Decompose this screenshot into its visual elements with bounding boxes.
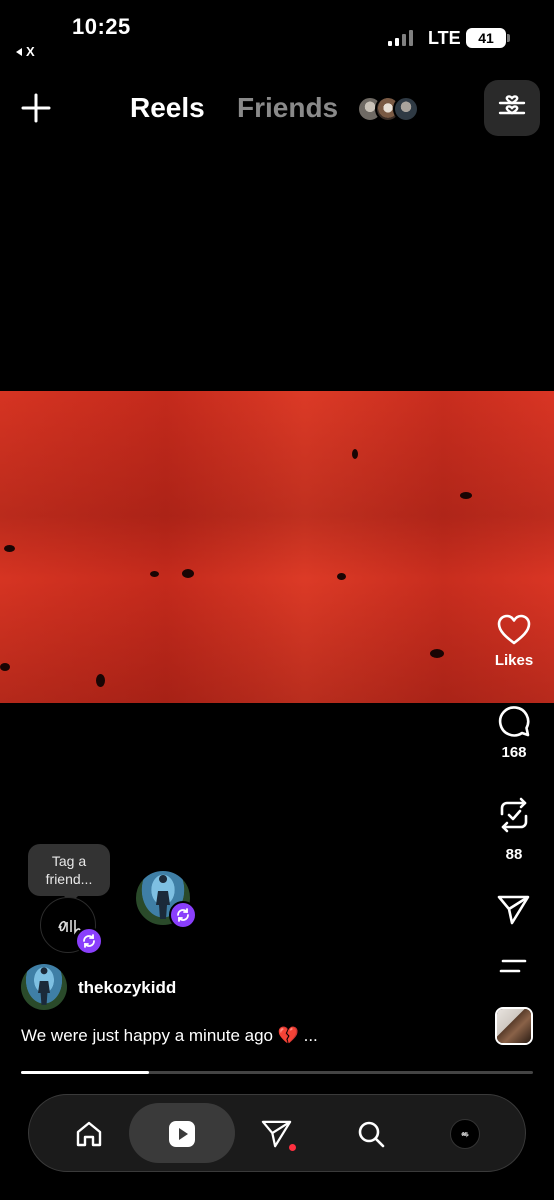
home-icon	[76, 1121, 102, 1147]
plus-icon	[21, 93, 51, 123]
back-to-app-link[interactable]: X	[16, 44, 35, 59]
video-speck	[4, 545, 15, 552]
more-button[interactable]	[488, 956, 540, 976]
create-button[interactable]	[20, 92, 52, 124]
friends-avatars[interactable]	[357, 96, 419, 122]
sliders-heart-icon	[498, 95, 526, 115]
comment-count: 168	[501, 744, 527, 761]
tab-reels[interactable]: Reels	[130, 92, 205, 124]
reels-icon	[169, 1121, 195, 1147]
avatar	[393, 96, 419, 122]
repost-icon	[500, 797, 528, 833]
sync-icon	[177, 908, 189, 922]
author-username[interactable]: thekozykidd	[78, 978, 176, 998]
repost-badge	[75, 927, 103, 955]
nav-direct[interactable]	[247, 1095, 307, 1173]
video-speck	[352, 449, 358, 459]
share-button[interactable]	[488, 894, 540, 926]
video-speck	[460, 492, 472, 499]
filter-button[interactable]	[484, 80, 540, 136]
bottom-nav	[28, 1094, 526, 1172]
video-progress-fill	[21, 1071, 149, 1074]
video-speck	[430, 649, 444, 658]
notification-dot	[289, 1144, 296, 1151]
repost-badge	[169, 901, 197, 929]
reel-video[interactable]	[0, 391, 554, 703]
profile-avatar-icon	[450, 1119, 480, 1149]
send-icon	[261, 1120, 292, 1148]
video-speck	[337, 573, 346, 580]
comment-icon	[498, 706, 530, 737]
battery-indicator: 41	[466, 28, 510, 48]
back-triangle-icon	[16, 47, 22, 56]
network-label: LTE	[428, 28, 461, 48]
search-icon	[358, 1121, 385, 1148]
audio-thumbnail[interactable]	[495, 1007, 533, 1045]
status-time: 10:25	[72, 14, 131, 39]
like-label: Likes	[494, 652, 534, 669]
repost-button[interactable]: 88	[488, 796, 540, 863]
nav-home[interactable]	[59, 1095, 119, 1173]
video-progress-bar[interactable]	[21, 1071, 533, 1074]
video-speck	[182, 569, 194, 578]
nav-reels[interactable]	[152, 1095, 212, 1173]
signal-strength-icon	[388, 30, 413, 46]
tab-friends[interactable]: Friends	[237, 92, 338, 124]
repost-count: 88	[505, 846, 523, 863]
author-avatar[interactable]	[21, 964, 67, 1010]
video-speck	[96, 674, 105, 687]
signature-logo	[461, 1132, 469, 1138]
video-speck	[150, 571, 159, 577]
reel-caption[interactable]: We were just happy a minute ago 💔 ...	[21, 1026, 318, 1046]
battery-level: 41	[478, 30, 494, 46]
send-icon	[497, 895, 530, 925]
comment-button[interactable]: 168	[488, 704, 540, 761]
sync-icon	[83, 934, 95, 948]
heart-icon	[497, 614, 531, 645]
tag-friend-tooltip[interactable]: Tag a friend...	[28, 844, 110, 903]
more-icon	[499, 959, 527, 973]
nav-profile[interactable]	[435, 1095, 495, 1173]
back-app-label: X	[26, 44, 35, 59]
like-button[interactable]: Likes	[488, 614, 540, 669]
audio-thumbnail-icon	[497, 1009, 531, 1043]
video-speck	[0, 663, 10, 671]
person-silhouette	[38, 967, 50, 1005]
nav-search[interactable]	[341, 1095, 401, 1173]
